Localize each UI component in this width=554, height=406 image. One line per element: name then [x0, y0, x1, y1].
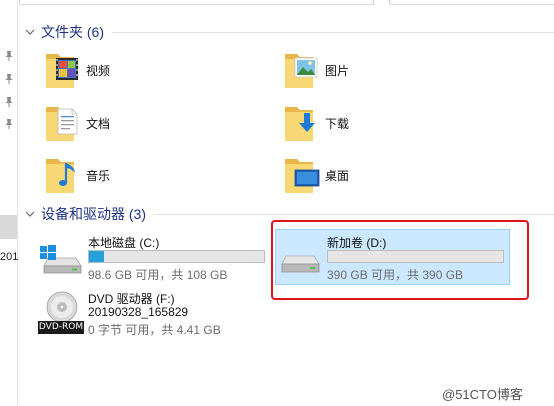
- folder-label: 桌面: [325, 168, 350, 183]
- drive-usage-bar: [88, 250, 265, 263]
- folders-section-title: 文件夹 (6): [41, 24, 104, 40]
- devices-section-header[interactable]: 设备和驱动器 (3): [24, 205, 146, 223]
- desktop-folder-icon: [283, 153, 323, 197]
- nav-item-selected[interactable]: [0, 215, 17, 239]
- search-box-fragment[interactable]: [389, 0, 554, 5]
- folder-label: 文档: [86, 116, 111, 131]
- windows-drive-icon: [38, 238, 84, 278]
- pin-icon[interactable]: [4, 50, 14, 62]
- downloads-folder-icon: [283, 101, 323, 145]
- drive-space-info: 0 字节 可用，共 4.41 GB: [88, 323, 221, 337]
- section-divider: [112, 32, 554, 33]
- drive-usage-fill: [89, 251, 105, 262]
- toolbar-fragment: [19, 0, 374, 5]
- folder-item-downloads[interactable]: 下载: [283, 101, 349, 145]
- folder-item-documents[interactable]: 文档: [44, 101, 110, 145]
- dvd-rom-badge: DVD-ROM: [38, 321, 84, 334]
- drive-name: 本地磁盘 (C:): [88, 236, 160, 250]
- videos-folder-icon: [44, 48, 84, 92]
- folder-label: 下载: [325, 116, 350, 131]
- folders-section-header[interactable]: 文件夹 (6): [24, 23, 104, 41]
- folder-item-desktop[interactable]: 桌面: [283, 153, 349, 197]
- watermark: @51CTO博客: [442, 387, 523, 402]
- folder-item-music[interactable]: 音乐: [44, 153, 110, 197]
- nav-item-label[interactable]: 201: [0, 251, 18, 263]
- drive-space-info: 98.6 GB 可用，共 108 GB: [88, 268, 228, 282]
- section-divider: [154, 214, 554, 215]
- folder-label: 视频: [86, 63, 111, 78]
- dvd-disc-icon: [42, 290, 82, 324]
- documents-folder-icon: [44, 101, 84, 145]
- pictures-folder-icon: [283, 48, 323, 92]
- pin-icon[interactable]: [4, 118, 14, 130]
- music-folder-icon: [44, 153, 84, 197]
- highlight-annotation-box: [271, 220, 529, 300]
- folder-item-pictures[interactable]: 图片: [283, 48, 349, 92]
- pin-icon[interactable]: [4, 73, 14, 85]
- folder-item-videos[interactable]: 视频: [44, 48, 110, 92]
- chevron-down-icon[interactable]: [24, 208, 36, 220]
- drive-volume-label: 20190328_165829: [88, 305, 189, 319]
- devices-section-title: 设备和驱动器 (3): [41, 206, 146, 222]
- chevron-down-icon[interactable]: [24, 26, 36, 38]
- folder-label: 图片: [325, 63, 350, 78]
- pin-icon[interactable]: [4, 96, 14, 108]
- navigation-pane: 201: [0, 0, 18, 406]
- folder-label: 音乐: [86, 168, 111, 183]
